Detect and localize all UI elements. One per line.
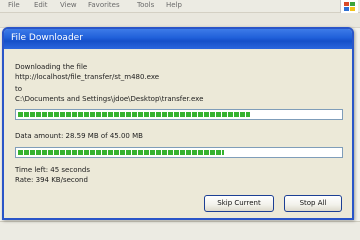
menu-item-edit[interactable]: Edit	[34, 1, 48, 9]
total-progress-fill	[18, 150, 224, 155]
skip-current-button[interactable]: Skip Current	[204, 195, 274, 212]
data-amount-label: Data amount: 28.59 MB of 45.00 MB	[15, 132, 143, 140]
stop-all-button[interactable]: Stop All	[284, 195, 342, 212]
dialog-content: Downloading the file http://localhost/fi…	[4, 49, 352, 218]
windows-logo-icon	[340, 0, 358, 13]
menu-item-tools[interactable]: Tools	[137, 1, 154, 9]
menu-item-view[interactable]: View	[60, 1, 77, 9]
file-progress-bar	[15, 109, 343, 120]
menu-item-file[interactable]: File	[8, 1, 20, 9]
time-left-label: Time left: 45 seconds	[15, 166, 91, 174]
destination-path: C:\Documents and Settings\jdoe\Desktop\t…	[15, 95, 204, 103]
dialog-title-bar[interactable]: File Downloader	[4, 29, 352, 49]
downloading-label: Downloading the file	[15, 63, 88, 71]
background-status-area	[0, 221, 360, 240]
total-progress-bar	[15, 147, 343, 158]
menu-item-help[interactable]: Help	[166, 1, 182, 9]
menu-bar: File Edit View Favorites Tools Help	[0, 0, 360, 13]
file-progress-fill	[18, 112, 250, 117]
rate-label: Rate: 394 KB/second	[15, 176, 88, 184]
file-downloader-dialog: File Downloader Downloading the file htt…	[2, 27, 354, 220]
menu-item-favorites[interactable]: Favorites	[88, 1, 120, 9]
source-path: http://localhost/file_transfer/st_m480.e…	[15, 73, 160, 81]
to-label: to	[15, 85, 23, 93]
dialog-title: File Downloader	[11, 33, 83, 43]
